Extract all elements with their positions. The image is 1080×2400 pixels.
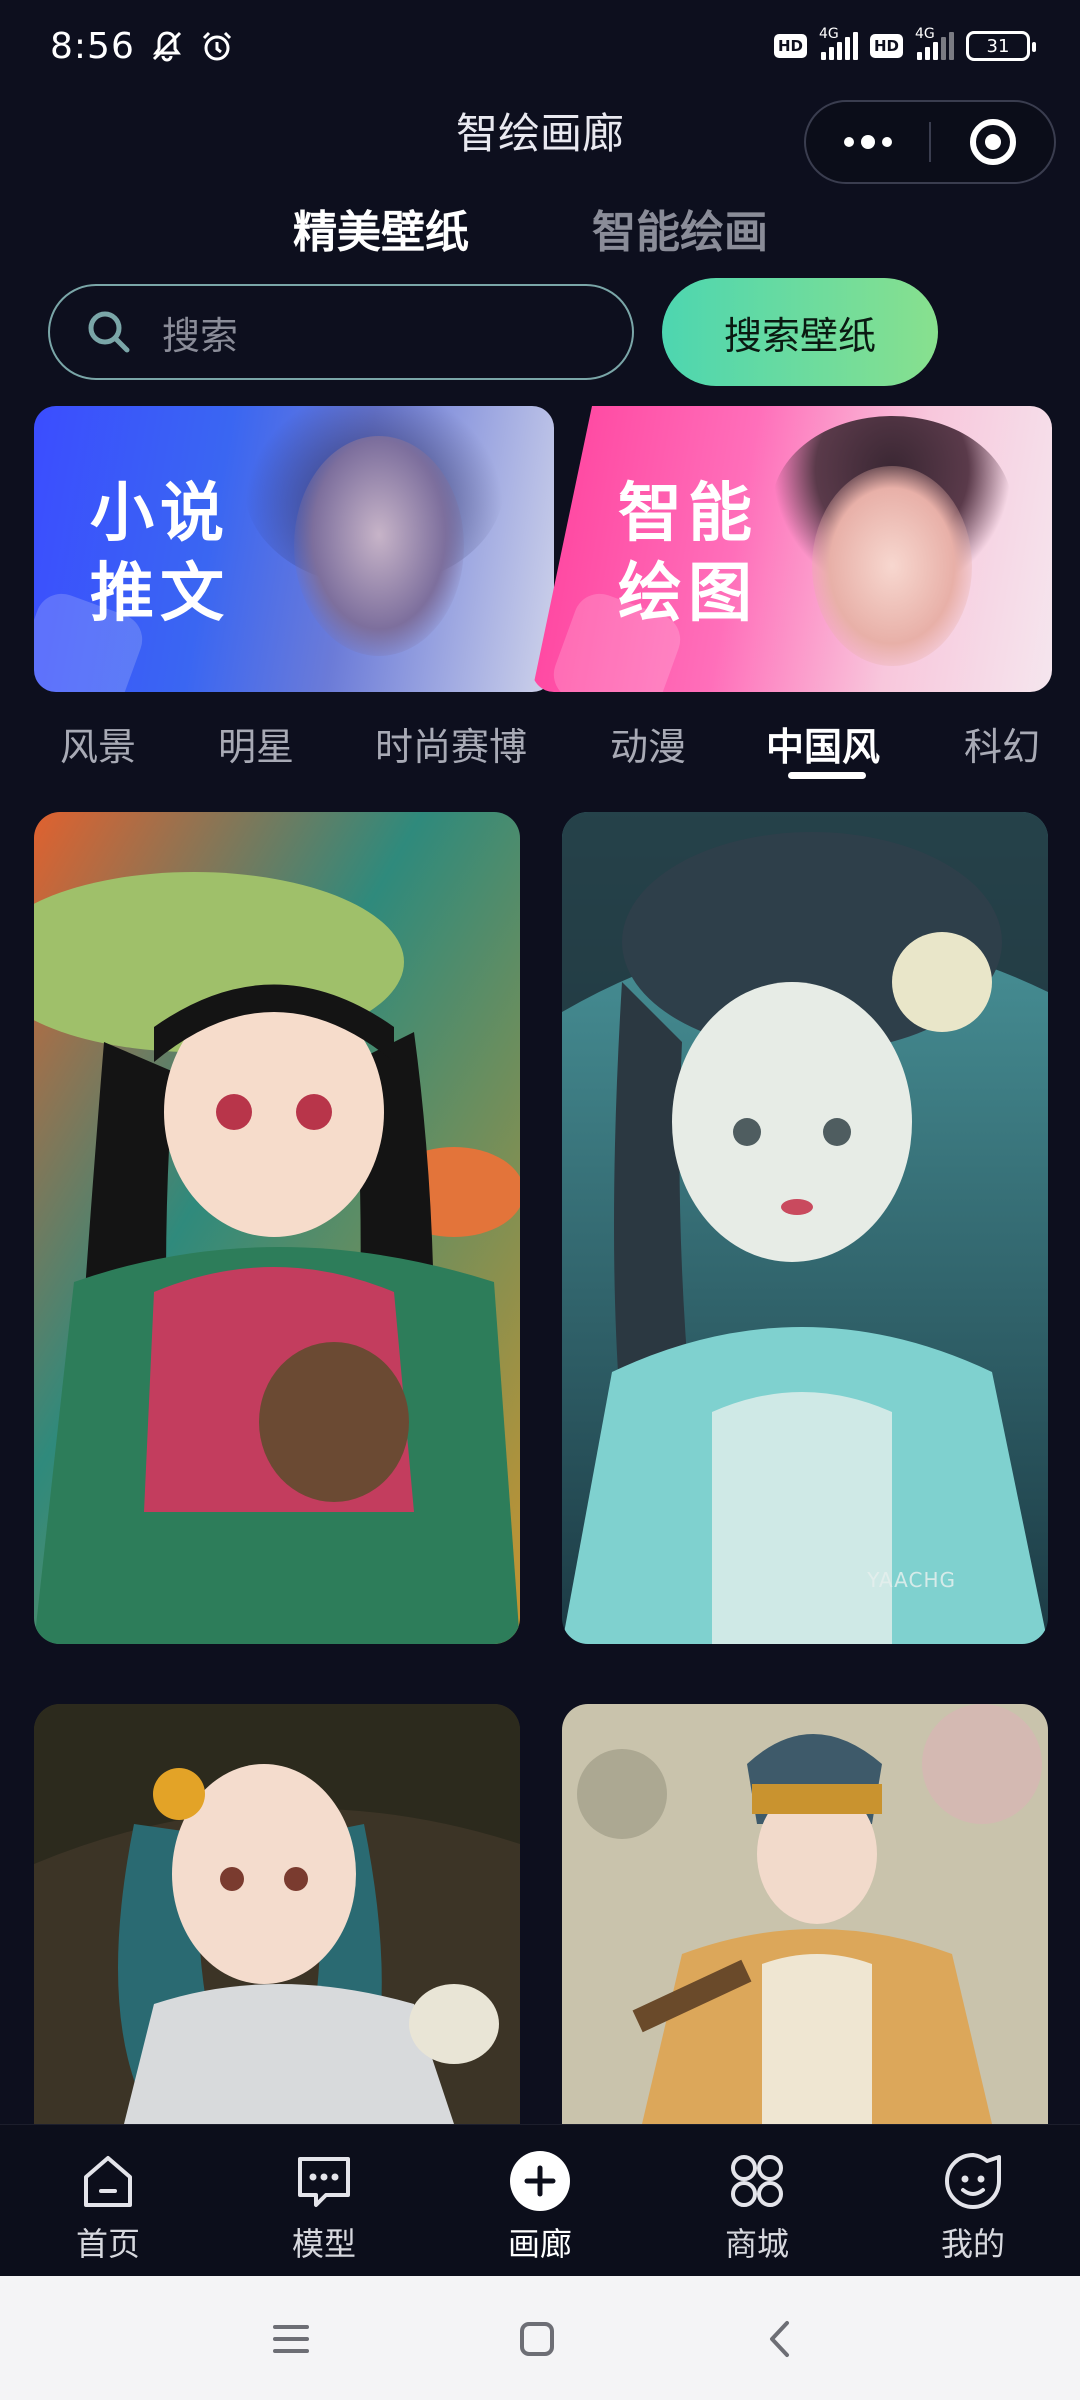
category-landscape[interactable]: 风景 <box>60 716 136 771</box>
nav-gallery[interactable]: 画廊 <box>480 2149 600 2265</box>
plus-icon <box>510 2151 570 2211</box>
mushroom-girl-artwork <box>34 812 520 1644</box>
hd-badge: HD <box>773 34 807 58</box>
network-type: 4G <box>818 26 839 42</box>
bottom-nav: 首页 模型 画廊 商城 我的 <box>0 2124 1080 2276</box>
nav-shop[interactable]: 商城 <box>697 2149 817 2265</box>
status-bar: 8:56 HD 4G HD 4G 31 <box>0 0 1080 92</box>
gallery-card[interactable] <box>34 812 520 1644</box>
signal-icon: 4G <box>915 26 954 60</box>
hd-badge: HD <box>869 34 903 58</box>
nav-label: 我的 <box>940 2225 1005 2263</box>
banner-title-line2: 绘图 <box>618 557 758 631</box>
nav-home[interactable]: 首页 <box>48 2149 168 2265</box>
back-icon[interactable] <box>756 2314 806 2364</box>
opera-girl-artwork <box>562 1704 1048 2124</box>
banner-portrait-image <box>812 466 972 666</box>
watermark: YAACHG <box>867 1568 956 1592</box>
banner-title-line2: 推文 <box>90 557 230 631</box>
mute-bell-icon <box>152 31 181 62</box>
sunflower-girl-artwork <box>34 1704 520 2124</box>
more-button[interactable] <box>806 102 929 182</box>
teal-hanfu-girl-artwork <box>562 812 1048 1644</box>
search-placeholder: 搜索 <box>162 313 239 358</box>
shop-icon <box>731 2155 783 2207</box>
tab-ai-drawing[interactable]: 智能绘画 <box>592 196 768 260</box>
home-square-icon[interactable] <box>512 2314 562 2364</box>
target-icon <box>969 119 1016 165</box>
active-category-indicator <box>788 772 866 779</box>
chat-icon <box>298 2157 350 2207</box>
home-icon <box>84 2156 132 2207</box>
nav-label: 模型 <box>291 2225 356 2263</box>
network-type: 4G <box>915 26 935 42</box>
gallery-card[interactable]: YAACHG <box>562 812 1048 1644</box>
category-tabs: 风景 明星 时尚赛博 动漫 中国风 科幻 <box>0 716 1080 776</box>
category-fashion-cyber[interactable]: 时尚赛博 <box>375 716 527 771</box>
alarm-icon <box>202 31 231 61</box>
profile-icon <box>945 2153 1001 2209</box>
category-chinese-style[interactable]: 中国风 <box>766 716 880 771</box>
banner-portrait-image <box>294 436 464 656</box>
search-wallpaper-button[interactable]: 搜索壁纸 <box>662 278 938 386</box>
mini-program-capsule <box>804 100 1056 184</box>
battery-icon: 31 <box>966 31 1036 61</box>
category-anime[interactable]: 动漫 <box>610 716 686 771</box>
nav-model[interactable]: 模型 <box>264 2149 384 2265</box>
gallery-card[interactable] <box>34 1704 520 2124</box>
close-mini-program-button[interactable] <box>931 102 1054 182</box>
menu-icon[interactable] <box>266 2314 316 2364</box>
more-dots-icon <box>843 135 892 149</box>
nav-label: 首页 <box>75 2225 140 2263</box>
banner-ai-draw[interactable]: 智能 绘图 <box>532 406 1052 692</box>
battery-level: 31 <box>986 35 1010 57</box>
search-icon <box>88 311 130 353</box>
search-input[interactable]: 搜索 <box>48 284 634 380</box>
category-celebrity[interactable]: 明星 <box>218 716 294 771</box>
nav-me[interactable]: 我的 <box>913 2149 1033 2265</box>
banner-novel[interactable]: 小说 推文 <box>34 406 554 692</box>
nav-label: 画廊 <box>507 2225 572 2263</box>
banner-title-line1: 智能 <box>618 477 758 551</box>
banner-title-line1: 小说 <box>90 477 230 551</box>
signal-icon: 4G <box>819 26 858 60</box>
nav-label: 商城 <box>724 2225 789 2263</box>
tab-wallpapers[interactable]: 精美壁纸 <box>293 196 469 260</box>
status-time: 8:56 <box>50 25 135 67</box>
system-nav-bar <box>0 2276 1080 2400</box>
category-scifi[interactable]: 科幻 <box>964 716 1040 771</box>
gallery-card[interactable] <box>562 1704 1048 2124</box>
